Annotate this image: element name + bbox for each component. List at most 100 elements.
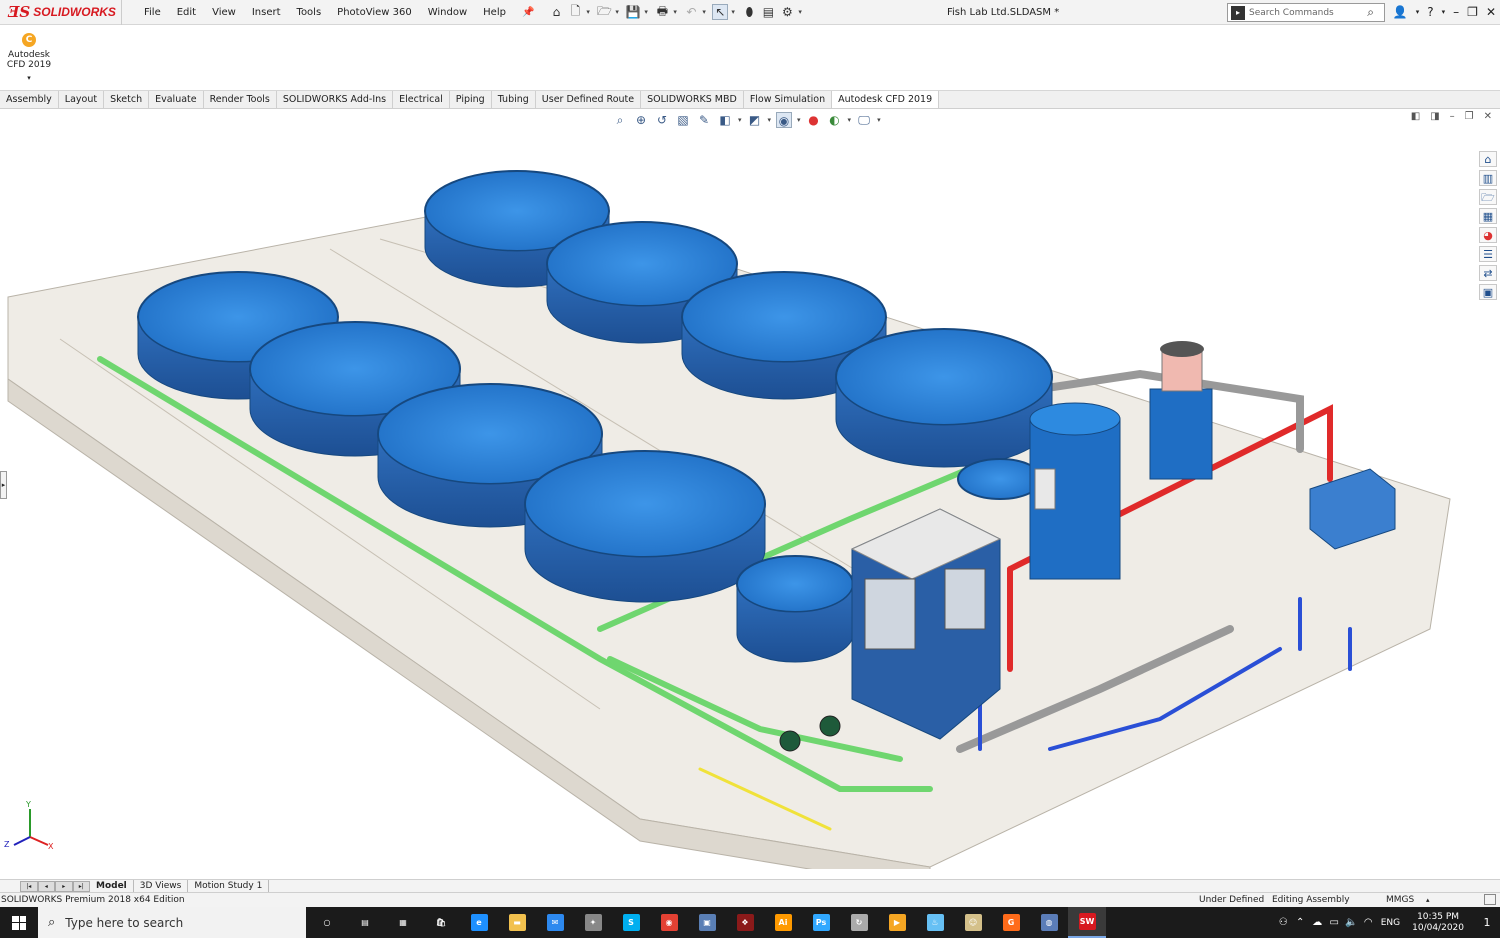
viewport-right-icon[interactable]: ◨ [1430,111,1439,122]
dynamic-annotation-icon[interactable]: ✎ [696,112,712,128]
taskbar-app-app-8[interactable]: ✦ [574,907,612,938]
menu-view[interactable]: View [204,0,244,25]
tab-render-tools[interactable]: Render Tools [204,91,277,108]
menu-file[interactable]: File [136,0,169,25]
home-icon[interactable]: ⌂ [548,4,564,20]
assembly-3d-model[interactable] [0,129,1480,869]
tab-assembly[interactable]: Assembly [0,91,59,108]
tab-model[interactable]: Model [90,879,134,893]
close-icon[interactable]: ✕ [1486,0,1496,25]
hide-show-dropdown-icon[interactable]: ▾ [797,116,801,124]
tab-scroll-arrows[interactable]: |◂ ◂ ▸ ▸| [20,880,90,892]
graphics-area[interactable]: ⌕ ⊕ ↺ ▧ ✎ ◧ ▾ ◩ ▾ ◉ ▾ ● ◐ ▾ 🖵 ▾ ◧ ◨ – ❐ ✕ ⌂ ▥… [0,109,1500,879]
menu-edit[interactable]: Edit [169,0,204,25]
clock[interactable]: 10:35 PM 10/04/2020 [1412,912,1464,934]
user-dropdown-icon[interactable]: ▾ [1416,0,1420,25]
start-button[interactable] [0,907,38,938]
pin-menu-icon[interactable]: 📌 [514,0,542,25]
design-library-icon[interactable]: ▥ [1479,170,1497,186]
previous-view-icon[interactable]: ↺ [654,112,670,128]
search-commands-box[interactable]: ▸ Search Commands ⌕ [1227,3,1385,22]
view-settings-dropdown-icon[interactable]: ▾ [877,116,881,124]
taskbar-app-app-19[interactable]: G [992,907,1030,938]
menu-tools[interactable]: Tools [289,0,330,25]
taskbar-app-steam[interactable]: ♨ [916,907,954,938]
options-dropdown-icon[interactable]: ▾ [798,8,805,16]
print-dropdown-icon[interactable]: ▾ [673,8,680,16]
menu-insert[interactable]: Insert [244,0,289,25]
autodesk-cfd-button[interactable]: C Autodesk CFD 2019 ▾ [6,33,52,83]
traffic-light-icon[interactable]: ⬮ [741,4,757,20]
apply-scene-dropdown-icon[interactable]: ▾ [848,116,852,124]
custom-properties-icon[interactable]: ☰ [1479,246,1497,262]
new-document-icon[interactable]: 🗋 [567,4,583,20]
status-bar-toggle-icon[interactable] [1484,894,1496,905]
first-tab-icon[interactable]: |◂ [20,880,38,892]
taskbar-app-chrome[interactable]: ◉ [650,907,688,938]
viewport-restore-icon[interactable]: ❐ [1465,111,1474,122]
options-gear-icon[interactable]: ⚙ [779,4,795,20]
print-icon[interactable]: 🖶 [654,4,670,20]
display-style-dropdown-icon[interactable]: ▾ [768,116,772,124]
select-dropdown-icon[interactable]: ▾ [731,8,738,16]
tab-tubing[interactable]: Tubing [492,91,536,108]
help-icon[interactable]: ? [1427,0,1433,25]
taskbar-search[interactable]: ⌕ Type here to search [38,907,306,938]
taskbar-app-edge[interactable]: e [460,907,498,938]
save-icon[interactable]: 💾 [625,4,641,20]
show-hidden-icons-icon[interactable]: ⌃ [1292,917,1309,928]
taskbar-app-illustrator[interactable]: Ai [764,907,802,938]
file-properties-icon[interactable]: ▤ [760,4,776,20]
tab-solidworks-mbd[interactable]: SOLIDWORKS MBD [641,91,744,108]
tab-layout[interactable]: Layout [59,91,105,108]
restore-icon[interactable]: ❐ [1467,0,1478,25]
open-dropdown-icon[interactable]: ▾ [615,8,622,16]
search-icon[interactable]: ⌕ [1367,5,1374,20]
help-dropdown-icon[interactable]: ▾ [1442,0,1446,25]
open-folder-icon[interactable]: 🗁 [596,4,612,20]
taskbar-app-photoshop[interactable]: Ps [802,907,840,938]
wifi-icon[interactable]: ◠ [1360,917,1377,928]
taskbar-app-cortana[interactable]: ○ [308,907,346,938]
next-tab-icon[interactable]: ▸ [55,880,73,892]
solidworks-logo[interactable]: ƎS SOLIDWORKS [0,0,122,25]
taskbar-app-app-18[interactable]: ☺ [954,907,992,938]
viewport-left-icon[interactable]: ◧ [1411,111,1420,122]
taskbar-app-calculator[interactable]: ▦ [384,907,422,938]
cfd-dropdown-icon[interactable]: ▾ [6,73,52,83]
view-palette-icon[interactable]: ▦ [1479,208,1497,224]
unit-system-arrow-icon[interactable]: ▴ [1426,893,1430,907]
new-dropdown-icon[interactable]: ▾ [586,8,593,16]
cfd-task-icon[interactable]: ▣ [1479,284,1497,300]
menu-help[interactable]: Help [475,0,514,25]
view-settings-icon[interactable]: 🖵 [856,112,872,128]
tab-piping[interactable]: Piping [450,91,492,108]
save-dropdown-icon[interactable]: ▾ [644,8,651,16]
solidworks-resources-icon[interactable]: ⌂ [1479,151,1497,167]
tab-electrical[interactable]: Electrical [393,91,450,108]
taskbar-app-app-16[interactable]: ▶ [878,907,916,938]
edit-appearance-icon[interactable]: ● [806,112,822,128]
hide-show-items-icon[interactable]: ◉ [776,112,793,128]
section-view-icon[interactable]: ▧ [675,112,691,128]
zoom-to-area-icon[interactable]: ⊕ [633,112,649,128]
undo-icon[interactable]: ↶ [683,4,699,20]
tab-sketch[interactable]: Sketch [104,91,150,108]
people-icon[interactable]: ⚇ [1275,917,1292,928]
taskbar-app-app-12[interactable]: ❖ [726,907,764,938]
apply-scene-icon[interactable]: ◐ [827,112,843,128]
view-orientation-icon[interactable]: ◧ [717,112,733,128]
tab-3d-views[interactable]: 3D Views [134,879,189,893]
view-orientation-dropdown-icon[interactable]: ▾ [738,116,742,124]
taskbar-app-skype[interactable]: S [612,907,650,938]
file-explorer-icon[interactable]: 🗁 [1479,189,1497,205]
taskbar-app-task-view[interactable]: ▤ [346,907,384,938]
tab-solidworks-addins[interactable]: SOLIDWORKS Add-Ins [277,91,394,108]
solidworks-forum-icon[interactable]: ⇄ [1479,265,1497,281]
unit-system[interactable]: MMGS [1386,893,1414,907]
undo-dropdown-icon[interactable]: ▾ [702,8,709,16]
taskbar-app-store[interactable]: 🛍 [422,907,460,938]
zoom-to-fit-icon[interactable]: ⌕ [612,112,628,128]
display-style-icon[interactable]: ◩ [747,112,763,128]
taskbar-app-app-20[interactable]: ◍ [1030,907,1068,938]
